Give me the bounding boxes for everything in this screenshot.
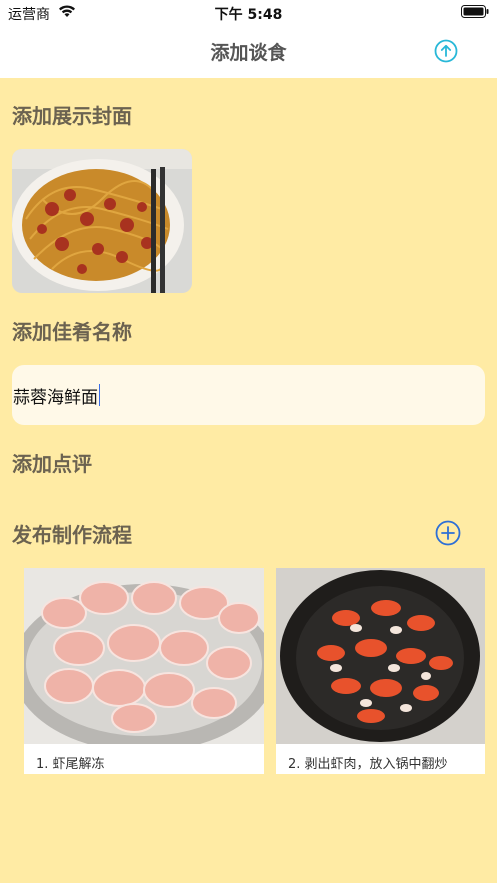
status-bar: 运营商 下午 5:48 <box>0 0 497 24</box>
dish-name-value: 蒜蓉海鲜面 <box>13 387 98 408</box>
step-card[interactable]: 1. 虾尾解冻 <box>24 568 264 774</box>
add-step-icon[interactable] <box>434 519 462 547</box>
cover-section-title: 添加展示封面 <box>12 104 132 128</box>
top-bar: 运营商 下午 5:48 添加谈食 <box>0 0 497 78</box>
name-section-title: 添加佳肴名称 <box>12 320 132 344</box>
page-title: 添加谈食 <box>210 42 287 64</box>
process-section-title: 发布制作流程 <box>12 523 132 547</box>
step-card[interactable]: 2. 剥出虾肉，放入锅中翻炒 <box>276 568 485 774</box>
dish-name-input[interactable]: 蒜蓉海鲜面 <box>12 365 485 425</box>
status-time: 下午 5:48 <box>214 7 283 23</box>
upload-icon[interactable] <box>433 38 459 64</box>
step-caption: 2. 剥出虾肉，放入锅中翻炒 <box>288 757 448 772</box>
step-caption: 1. 虾尾解冻 <box>36 757 105 772</box>
text-caret <box>99 384 100 406</box>
cover-image[interactable] <box>12 149 192 293</box>
review-section-title: 添加点评 <box>12 452 92 476</box>
step-image <box>24 568 264 744</box>
battery-icon <box>461 5 489 18</box>
step-image <box>276 568 485 744</box>
